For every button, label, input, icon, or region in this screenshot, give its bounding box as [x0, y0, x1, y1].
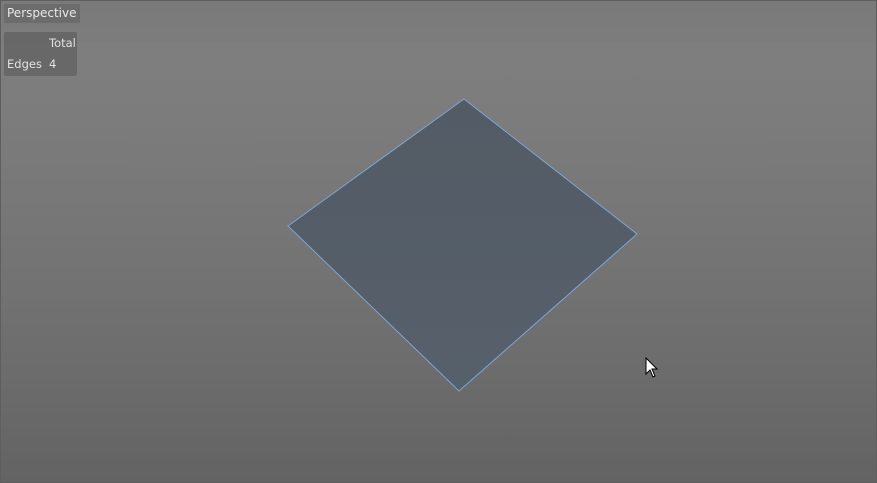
scene-canvas[interactable] — [1, 1, 877, 483]
mouse-pointer-icon — [645, 357, 659, 378]
perspective-viewport[interactable]: Perspective Total Edges 4 — [0, 0, 877, 483]
plane-object[interactable] — [287, 98, 638, 392]
